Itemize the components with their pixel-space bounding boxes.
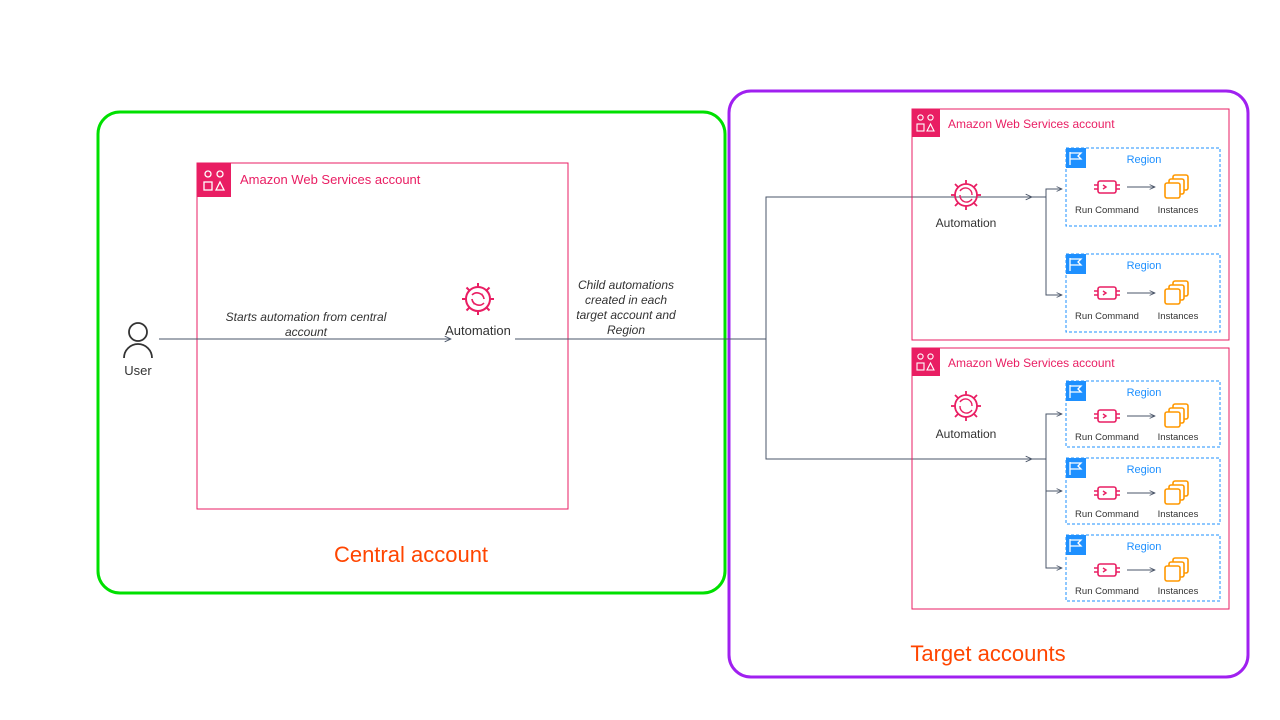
svg-text:Instances: Instances xyxy=(1158,432,1199,443)
automation-label-target-1: Automation xyxy=(936,216,997,230)
target-account-2: Amazon Web Services account Automation R… xyxy=(912,348,1229,609)
svg-text:Run Command: Run Command xyxy=(1075,205,1139,216)
svg-text:Region: Region xyxy=(1127,464,1162,476)
svg-text:Instances: Instances xyxy=(1158,311,1199,322)
architecture-diagram: Central account User Amazon Web Services… xyxy=(0,0,1280,720)
target-account-1: Amazon Web Services account Automation R… xyxy=(912,109,1229,340)
svg-text:Run Command: Run Command xyxy=(1075,432,1139,443)
target-aws-account-label-1: Amazon Web Services account xyxy=(948,117,1115,131)
start-automation-text-2: account xyxy=(285,325,328,339)
central-automation-label: Automation xyxy=(445,323,511,338)
child-automation-text-1: Child automations xyxy=(578,278,674,292)
region-box-2-3: Region Run Command Instances xyxy=(1066,535,1220,601)
central-aws-account-label: Amazon Web Services account xyxy=(240,172,421,187)
svg-text:Instances: Instances xyxy=(1158,509,1199,520)
svg-text:Region: Region xyxy=(1127,541,1162,553)
automation-icon-central xyxy=(462,283,494,315)
svg-text:Run Command: Run Command xyxy=(1075,586,1139,597)
run-command-icon xyxy=(1094,181,1120,193)
central-account-title: Central account xyxy=(334,542,488,567)
child-automation-text-3: target account and xyxy=(576,308,676,322)
svg-text:Run Command: Run Command xyxy=(1075,311,1139,322)
region-box-2-1: Region Run Command Instances xyxy=(1066,381,1220,447)
child-automation-text-2: created in each xyxy=(585,293,667,307)
svg-text:Instances: Instances xyxy=(1158,586,1199,597)
user-icon xyxy=(124,323,152,358)
target-aws-account-label-2: Amazon Web Services account xyxy=(948,356,1115,370)
automation-label-target-2: Automation xyxy=(936,427,997,441)
region-box-1-2: Region Run Command Instances xyxy=(1066,254,1220,332)
target-accounts-title: Target accounts xyxy=(910,641,1065,666)
instances-icon xyxy=(1165,175,1188,198)
central-aws-account-badge xyxy=(197,163,231,197)
svg-text:Region: Region xyxy=(1127,260,1162,272)
automation-icon-target-2 xyxy=(951,391,981,421)
automation-icon-target-1 xyxy=(951,180,981,210)
svg-text:Instances: Instances xyxy=(1158,205,1199,216)
child-automation-text-4: Region xyxy=(607,323,645,337)
user-label: User xyxy=(124,363,152,378)
svg-text:Region: Region xyxy=(1127,154,1162,166)
central-aws-account-box xyxy=(197,163,568,509)
svg-text:Run Command: Run Command xyxy=(1075,509,1139,520)
svg-text:Region: Region xyxy=(1127,387,1162,399)
start-automation-text-1: Starts automation from central xyxy=(226,310,387,324)
region-box-2-2: Region Run Command Instances xyxy=(1066,458,1220,524)
region-box-1-1: Region Run Command Instances xyxy=(1066,148,1220,226)
